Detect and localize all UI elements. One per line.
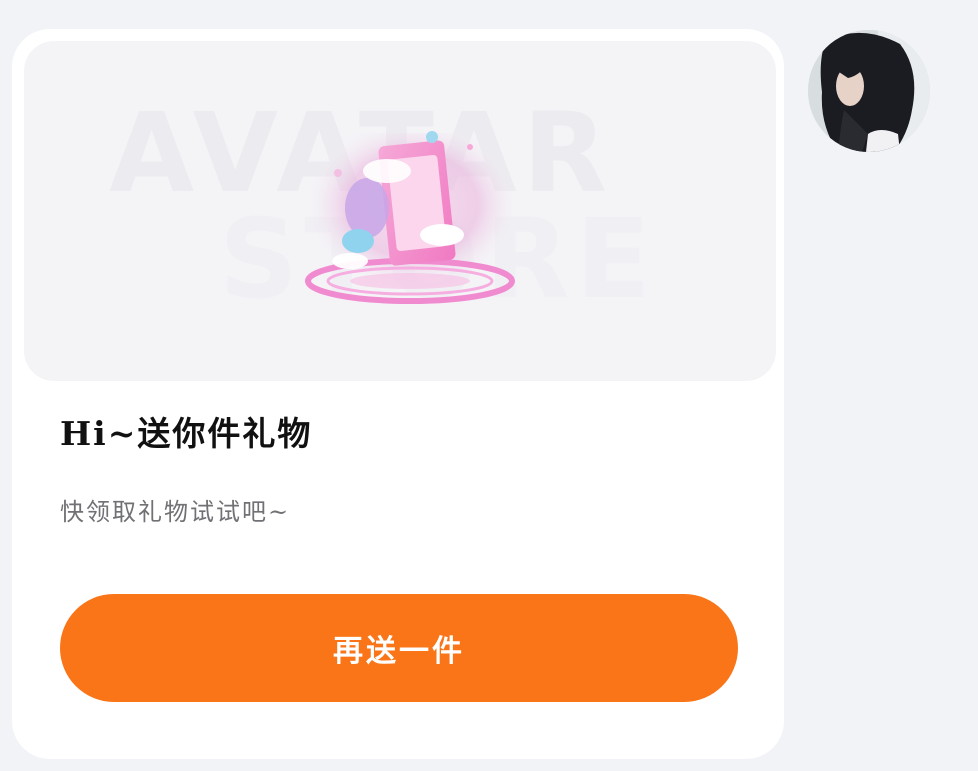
send-another-button[interactable]: 再送一件 [60,594,738,702]
user-avatar-photo [808,30,930,152]
chat-page: AVATAR STORE [0,0,978,771]
avatar[interactable] [808,30,930,152]
gift-item-image [305,131,515,304]
gift-title: Hi~送你件礼物 [60,414,313,453]
gift-message-card[interactable]: AVATAR STORE [12,29,784,759]
gift-subtitle: 快领取礼物试试吧~ [60,498,291,526]
gift-banner: AVATAR STORE [24,41,776,381]
